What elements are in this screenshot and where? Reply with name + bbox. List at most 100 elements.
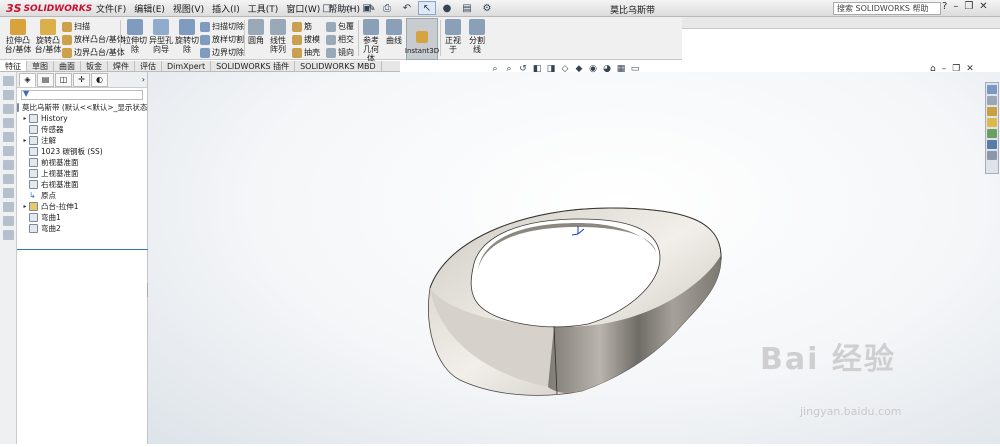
zoom-to-fit-icon[interactable]: ⌕ <box>490 64 500 74</box>
tab-weldments[interactable]: 焊件 <box>108 61 135 71</box>
boundary-boss-button[interactable]: 边界凸台/基体 <box>62 47 125 58</box>
tree-item-origin[interactable]: ↳ 原点 <box>17 190 147 201</box>
split-line-button[interactable]: 分割线 <box>466 19 488 54</box>
reference-geometry-button[interactable]: 参考几何体 <box>360 19 382 63</box>
revolve-boss-button[interactable]: 旋转凸台/基体 <box>34 19 62 54</box>
tree-item-front-plane[interactable]: 前视基准面 <box>17 157 147 168</box>
mirror-button[interactable]: 镜向 <box>326 47 354 58</box>
revolve-cut-button[interactable]: 旋转切除 <box>175 19 199 54</box>
view-palette-icon[interactable] <box>987 118 997 127</box>
undo-icon[interactable]: ↶ <box>398 1 416 15</box>
rollback-bar[interactable] <box>17 249 148 250</box>
tree-item-right-plane[interactable]: 右视基准面 <box>17 179 147 190</box>
extrude-cut-button[interactable]: 拉伸切除 <box>123 19 147 54</box>
view-orientation-icon[interactable]: ◇ <box>560 64 570 74</box>
menu-insert[interactable]: 插入(I) <box>208 2 244 15</box>
tab-addins[interactable]: SOLIDWORKS 插件 <box>211 61 296 71</box>
print-icon[interactable]: ⎙ <box>378 1 396 15</box>
panel-expand-icon[interactable]: › <box>142 75 145 84</box>
viewport-close-icon[interactable]: ✕ <box>966 64 974 74</box>
scene-icon[interactable]: ▦ <box>616 64 626 74</box>
tree-item-annotations[interactable]: ▸ 注解 <box>17 135 147 146</box>
tree-item-history[interactable]: ▸ History <box>17 113 147 124</box>
help-search-input[interactable]: 搜索 SOLIDWORKS 帮助 <box>833 2 941 15</box>
expand-icon[interactable]: ▸ <box>21 137 29 144</box>
curves-button[interactable]: 曲线 <box>384 19 404 45</box>
rib-button[interactable]: 筋 <box>292 21 312 32</box>
display-manager-tab-icon[interactable]: ◐ <box>91 72 108 87</box>
draft-button[interactable]: 拔模 <box>292 34 320 45</box>
menu-view[interactable]: 视图(V) <box>169 2 208 15</box>
feature-manager-tab-icon[interactable]: ◈ <box>19 72 36 87</box>
intersect-button[interactable]: 相交 <box>326 34 354 45</box>
extrude-boss-button[interactable]: 拉伸凸台/基体 <box>4 19 32 54</box>
edit-appearance-icon[interactable]: ◕ <box>602 64 612 74</box>
file-explorer-icon[interactable] <box>987 107 997 116</box>
appearances-icon[interactable] <box>987 129 997 138</box>
tree-item-boss-extrude[interactable]: ▸ 凸台-拉伸1 <box>17 201 147 212</box>
design-library-icon[interactable] <box>987 96 997 105</box>
normal-to-button[interactable]: 正视于 <box>442 19 464 54</box>
resources-icon[interactable] <box>987 85 997 94</box>
rebuild-icon[interactable]: ● <box>438 1 456 15</box>
tool-icon[interactable] <box>3 202 14 212</box>
swept-cut-button[interactable]: 扫描切除 <box>200 21 244 32</box>
tab-surfaces[interactable]: 曲面 <box>54 61 81 71</box>
tree-item-flex1[interactable]: 弯曲1 <box>17 212 147 223</box>
restore-icon[interactable]: ❐ <box>964 1 973 12</box>
forum-icon[interactable] <box>987 151 997 160</box>
dimxpert-tab-icon[interactable]: ✛ <box>73 72 90 87</box>
dynamic-annotation-icon[interactable]: ◨ <box>546 64 556 74</box>
tool-icon[interactable] <box>3 104 14 114</box>
sweep-button[interactable]: 扫描 <box>62 21 90 32</box>
display-style-icon[interactable]: ◆ <box>574 64 584 74</box>
fillet-button[interactable]: 圆角 <box>246 19 266 45</box>
tab-features[interactable]: 特征 <box>0 61 27 71</box>
tab-mbd[interactable]: SOLIDWORKS MBD <box>295 61 382 71</box>
loft-button[interactable]: 放样凸台/基体 <box>62 34 125 45</box>
menu-file[interactable]: 文件(F) <box>92 2 130 15</box>
tree-root[interactable]: 莫比乌斯带 (默认<<默认>_显示状态 1>) <box>17 102 164 113</box>
lofted-cut-button[interactable]: 放样切割 <box>200 34 244 45</box>
viewport-restore-icon[interactable]: ⌂ <box>930 64 936 74</box>
linear-pattern-button[interactable]: 线性阵列 <box>267 19 289 54</box>
help-icon[interactable]: ? <box>942 1 947 12</box>
mobius-strip-model[interactable] <box>148 72 1000 444</box>
instant3d-button[interactable]: Instant3D <box>405 18 439 60</box>
tree-item-material[interactable]: 1023 碳钢板 (SS) <box>17 146 147 157</box>
tab-dimxpert[interactable]: DimXpert <box>162 61 212 71</box>
save-icon[interactable]: ▣ <box>358 1 376 15</box>
configuration-manager-tab-icon[interactable]: ◫ <box>55 72 72 87</box>
viewport-minimize-icon[interactable]: – <box>942 64 947 74</box>
menu-tools[interactable]: 工具(T) <box>244 2 283 15</box>
menu-edit[interactable]: 编辑(E) <box>130 2 169 15</box>
hide-show-icon[interactable]: ◉ <box>588 64 598 74</box>
view-settings-icon[interactable]: ▭ <box>630 64 640 74</box>
graphics-area[interactable] <box>148 72 1000 444</box>
minimize-icon[interactable]: – <box>953 1 958 12</box>
property-manager-tab-icon[interactable]: ▤ <box>37 72 54 87</box>
open-icon[interactable]: ▭ <box>338 1 356 15</box>
new-document-icon[interactable]: □ <box>318 1 336 15</box>
boundary-cut-button[interactable]: 边界切除 <box>200 47 244 58</box>
zoom-to-area-icon[interactable]: ⌕ <box>504 64 514 74</box>
tool-icon[interactable] <box>3 216 14 226</box>
tree-item-sensors[interactable]: 传感器 <box>17 124 147 135</box>
viewport-maximize-icon[interactable]: ❐ <box>952 64 960 74</box>
wrap-button[interactable]: 包覆 <box>326 21 354 32</box>
options-icon[interactable]: ⚙ <box>478 1 496 15</box>
file-properties-icon[interactable]: ▤ <box>458 1 476 15</box>
tab-sheet-metal[interactable]: 钣金 <box>81 61 108 71</box>
tool-icon[interactable] <box>3 160 14 170</box>
tool-icon[interactable] <box>3 90 14 100</box>
tool-icon[interactable] <box>3 146 14 156</box>
close-icon[interactable]: ✕ <box>979 1 987 12</box>
tree-item-flex2[interactable]: 弯曲2 <box>17 223 147 234</box>
tree-item-top-plane[interactable]: 上视基准面 <box>17 168 147 179</box>
tool-icon[interactable] <box>3 174 14 184</box>
tool-icon[interactable] <box>3 118 14 128</box>
select-icon[interactable]: ↖ <box>418 1 436 15</box>
expand-icon[interactable]: ▸ <box>21 203 29 210</box>
tree-filter-input[interactable]: ▼ <box>21 89 143 100</box>
expand-icon[interactable]: ▸ <box>21 115 29 122</box>
